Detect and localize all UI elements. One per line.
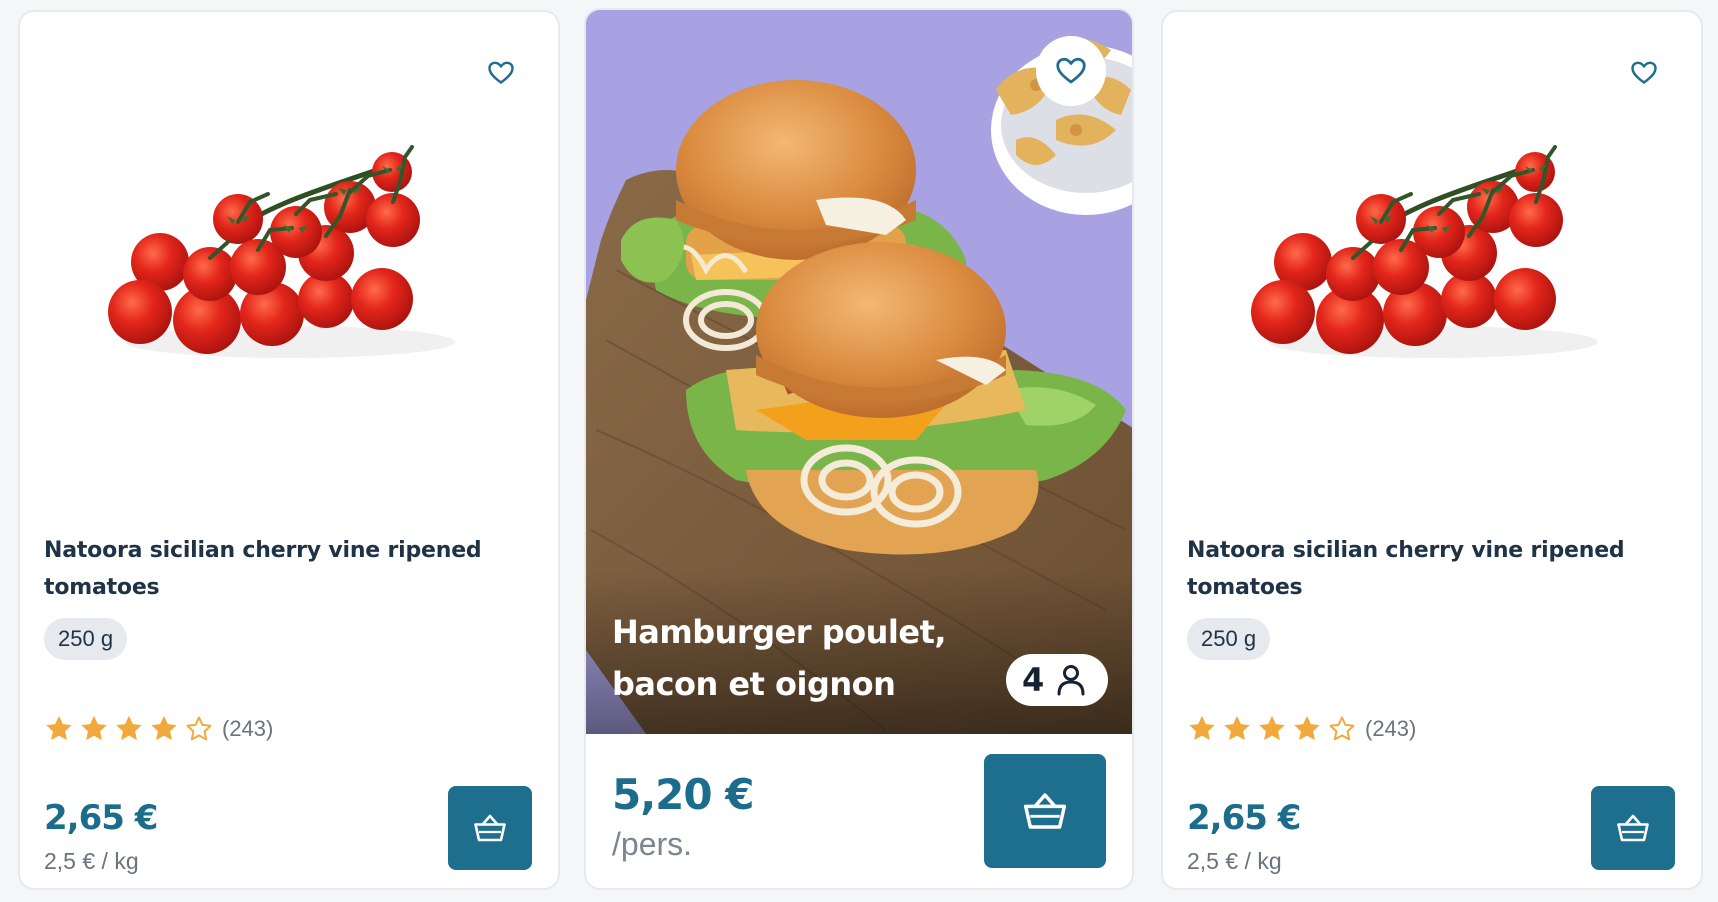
product-image bbox=[1251, 145, 1598, 358]
basket-icon bbox=[1617, 814, 1649, 842]
unit-price: 2,5 € / kg bbox=[1187, 848, 1282, 874]
price: 2,65 € bbox=[44, 798, 158, 838]
star-filled-icon bbox=[1294, 715, 1320, 741]
add-to-basket-button[interactable] bbox=[1591, 786, 1675, 870]
star-filled-icon bbox=[81, 715, 107, 741]
weight-badge: 250 g bbox=[44, 618, 128, 660]
star-filled-icon bbox=[46, 715, 72, 741]
star-filled-icon bbox=[1259, 715, 1285, 741]
favorite-button[interactable] bbox=[1627, 56, 1661, 90]
star-outline-icon bbox=[1329, 716, 1355, 741]
favorite-button[interactable] bbox=[484, 56, 518, 90]
rating: (243) bbox=[1185, 712, 1416, 746]
product-carousel: Natoora sicilian cherry vine ripened tom… bbox=[0, 0, 1718, 902]
rating: (243) bbox=[42, 712, 273, 746]
price: 2,65 € bbox=[1187, 798, 1301, 838]
basket-icon bbox=[1023, 793, 1067, 829]
heart-outline-icon bbox=[488, 61, 514, 84]
servings-count: 4 bbox=[1022, 661, 1045, 699]
person-icon bbox=[1057, 665, 1085, 696]
recipe-price-unit: /pers. bbox=[612, 826, 693, 862]
review-count: (243) bbox=[222, 716, 274, 741]
servings-badge: 4 bbox=[1006, 654, 1108, 706]
star-outline-icon bbox=[186, 716, 212, 741]
recipe-title[interactable]: Hamburger poulet, bacon et oignon bbox=[612, 606, 962, 710]
star-filled-icon bbox=[1224, 715, 1250, 741]
star-filled-icon bbox=[151, 715, 177, 741]
product-card[interactable]: Natoora sicilian cherry vine ripened tom… bbox=[1161, 10, 1703, 890]
recipe-card[interactable]: Hamburger poulet, bacon et oignon 4 5,20… bbox=[584, 8, 1134, 890]
product-image bbox=[108, 145, 455, 358]
unit-price: 2,5 € / kg bbox=[44, 848, 139, 874]
star-filled-icon bbox=[116, 715, 142, 741]
product-name[interactable]: Natoora sicilian cherry vine ripened tom… bbox=[1187, 532, 1657, 606]
review-count: (243) bbox=[1365, 716, 1417, 741]
add-to-basket-button[interactable] bbox=[984, 754, 1106, 868]
add-to-basket-button[interactable] bbox=[448, 786, 532, 870]
heart-outline-icon bbox=[1631, 61, 1657, 84]
heart-outline-icon bbox=[1056, 57, 1086, 84]
basket-icon bbox=[474, 814, 506, 842]
favorite-button[interactable] bbox=[1036, 36, 1106, 106]
product-card[interactable]: Natoora sicilian cherry vine ripened tom… bbox=[18, 10, 560, 890]
star-filled-icon bbox=[1189, 715, 1215, 741]
weight-badge: 250 g bbox=[1187, 618, 1271, 660]
product-name[interactable]: Natoora sicilian cherry vine ripened tom… bbox=[44, 532, 514, 606]
recipe-price: 5,20 € bbox=[612, 770, 754, 819]
